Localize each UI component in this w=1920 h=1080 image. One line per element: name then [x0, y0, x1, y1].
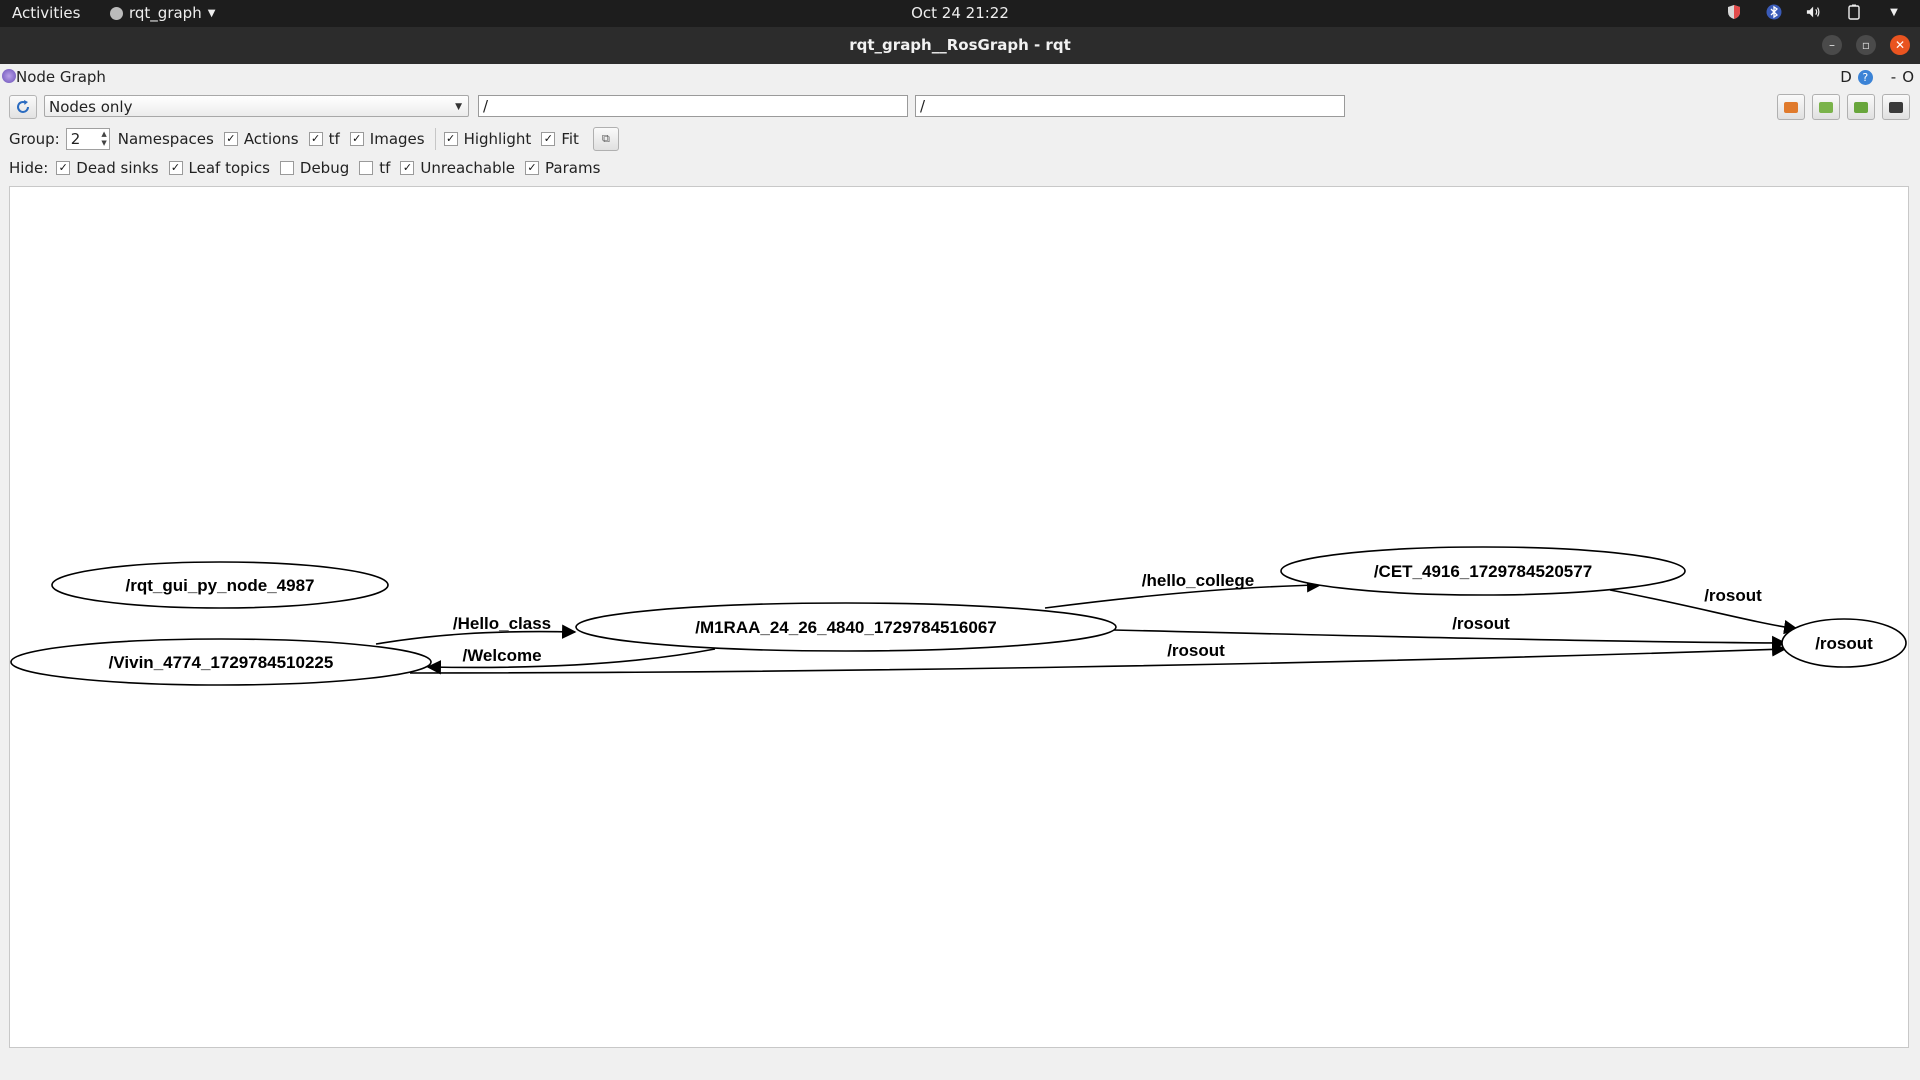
actions-check[interactable]: ✓: [223, 132, 238, 146]
edge-vivin-rosout[interactable]: [409, 642, 1787, 674]
node-rosout[interactable]: /rosout: [1781, 618, 1907, 668]
fit-checkbox[interactable]: ✓ Fit: [541, 130, 579, 148]
activities-button[interactable]: Activities: [12, 4, 80, 22]
save-dot-icon: [1819, 101, 1833, 113]
node-rqt-gui[interactable]: /rqt_gui_py_node_4987: [51, 561, 389, 609]
node-cet[interactable]: /CET_4916_1729784520577: [1280, 546, 1686, 596]
node-filter-input[interactable]: /: [478, 95, 908, 117]
save-image-icon: [1889, 101, 1903, 113]
window-title-bar[interactable]: rqt_graph__RosGraph - rqt – ▫ ✕: [0, 27, 1920, 64]
save-svg-button[interactable]: [1847, 94, 1875, 120]
dead-sinks-check[interactable]: ✓: [56, 161, 71, 175]
minimize-button[interactable]: –: [1822, 35, 1842, 55]
app-menu-label: rqt_graph: [129, 4, 202, 22]
fit-in-view-button[interactable]: ⧉: [592, 127, 619, 151]
plugin-icon: [2, 69, 16, 83]
separator: [434, 128, 436, 150]
clock[interactable]: Oct 24 21:22: [911, 4, 1009, 22]
dead-sinks-checkbox[interactable]: ✓ Dead sinks: [56, 159, 159, 177]
refresh-button[interactable]: [9, 95, 37, 119]
node-label-vivin: /Vivin_4774_1729784510225: [109, 653, 334, 672]
tf-hide-checkbox[interactable]: tf: [359, 159, 390, 177]
node-label-rqt-gui: /rqt_gui_py_node_4987: [126, 576, 315, 595]
shield-icon[interactable]: [1726, 4, 1742, 20]
plugin-header: Node Graph D ? - O: [0, 66, 1920, 88]
debug-checkbox[interactable]: Debug: [279, 159, 349, 177]
save-svg-icon: [1854, 101, 1868, 113]
node-m1raa[interactable]: /M1RAA_24_26_4840_1729784516067: [575, 602, 1117, 652]
namespaces-label: Namespaces: [117, 130, 214, 148]
save-dot-button[interactable]: [1812, 94, 1840, 120]
graph-type-select[interactable]: Nodes only ▼: [44, 95, 469, 117]
edge-label-welcome: /Welcome: [462, 646, 541, 665]
node-vivin[interactable]: /Vivin_4774_1729784510225: [10, 638, 432, 686]
leaf-topics-checkbox[interactable]: ✓ Leaf topics: [168, 159, 270, 177]
volume-icon[interactable]: [1806, 4, 1822, 20]
tf-hide-check[interactable]: [359, 161, 374, 175]
edge-label-hello-class: /Hello_class: [453, 614, 551, 633]
images-check[interactable]: ✓: [349, 132, 364, 146]
params-check[interactable]: ✓: [525, 161, 540, 175]
highlight-check[interactable]: ✓: [443, 132, 458, 146]
bluetooth-icon[interactable]: [1766, 4, 1782, 20]
topic-filter-input[interactable]: /: [915, 95, 1345, 117]
help-icon[interactable]: ?: [1857, 69, 1873, 85]
plugin-close-button[interactable]: O: [1902, 68, 1914, 86]
edge-label-rosout-cet: /rosout: [1704, 586, 1762, 605]
folder-icon: [1784, 101, 1798, 113]
edge-label-rosout-vivin: /rosout: [1167, 641, 1225, 660]
app-menu[interactable]: rqt_graph ▼: [110, 4, 215, 22]
graph-canvas[interactable]: /Hello_class /Welcome /hello_college /ro…: [9, 186, 1909, 1048]
node-label-m1raa: /M1RAA_24_26_4840_1729784516067: [695, 618, 997, 637]
plugin-minimize-button[interactable]: -: [1891, 68, 1896, 86]
graph-type-value: Nodes only: [49, 98, 133, 116]
group-label: Group:: [9, 130, 60, 148]
group-spinbox[interactable]: 2 ▲ ▼: [65, 128, 110, 150]
dock-d-button[interactable]: D: [1840, 68, 1852, 86]
app-gear-icon: [110, 6, 123, 20]
system-menu-chevron-icon[interactable]: ▼: [1886, 4, 1902, 20]
hide-label: Hide:: [9, 159, 49, 177]
maximize-button[interactable]: ▫: [1856, 35, 1876, 55]
unreachable-checkbox[interactable]: ✓ Unreachable: [400, 159, 515, 177]
battery-icon[interactable]: [1846, 4, 1862, 20]
load-dot-button[interactable]: [1777, 94, 1805, 120]
edge-label-rosout-m1raa: /rosout: [1452, 614, 1510, 633]
close-button[interactable]: ✕: [1890, 35, 1910, 55]
tf-group-checkbox[interactable]: ✓ tf: [308, 130, 340, 148]
spinbox-arrows-icon[interactable]: ▲ ▼: [101, 130, 106, 148]
node-label-cet: /CET_4916_1729784520577: [1374, 562, 1592, 581]
system-tray[interactable]: ▼: [1726, 4, 1902, 20]
chevron-down-icon: ▼: [207, 7, 216, 19]
system-top-bar: Activities rqt_graph ▼ Oct 24 21:22 ▼: [0, 0, 1920, 27]
tf-group-check[interactable]: ✓: [308, 132, 323, 146]
debug-check[interactable]: [279, 161, 294, 175]
actions-checkbox[interactable]: ✓ Actions: [223, 130, 299, 148]
highlight-checkbox[interactable]: ✓ Highlight: [443, 130, 531, 148]
leaf-topics-check[interactable]: ✓: [168, 161, 183, 175]
fit-check[interactable]: ✓: [541, 132, 556, 146]
refresh-icon: [17, 100, 29, 113]
params-checkbox[interactable]: ✓ Params: [525, 159, 600, 177]
edge-hello-class[interactable]: [375, 624, 577, 645]
node-label-rosout: /rosout: [1815, 634, 1873, 653]
save-image-button[interactable]: [1882, 94, 1910, 120]
group-value: 2: [70, 130, 81, 148]
window-title: rqt_graph__RosGraph - rqt: [849, 36, 1071, 54]
images-checkbox[interactable]: ✓ Images: [349, 130, 425, 148]
edge-label-hello-college: /hello_college: [1142, 571, 1254, 590]
dropdown-arrow-icon: ▼: [455, 102, 462, 112]
plugin-title: Node Graph: [16, 68, 106, 86]
unreachable-check[interactable]: ✓: [400, 161, 415, 175]
